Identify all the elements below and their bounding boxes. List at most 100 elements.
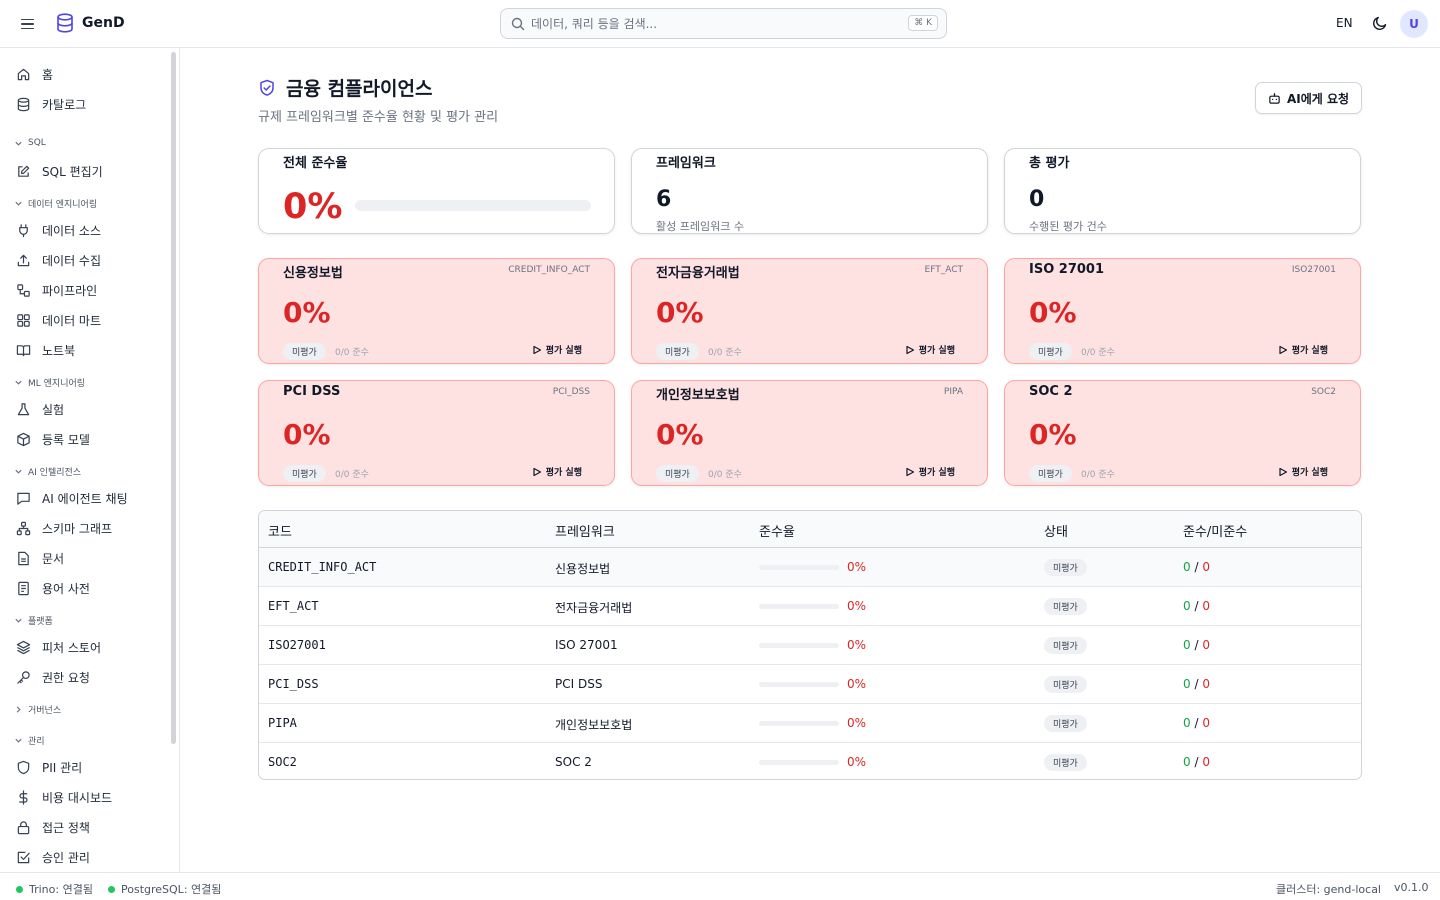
table-row[interactable]: PCI_DSS PCI DSS 0% 미평가 0 / 0 xyxy=(259,665,1361,704)
column-header-framework[interactable]: 프레임워크 xyxy=(555,521,615,540)
row-code: PIPA xyxy=(268,716,297,730)
page-title: 금융 컴플라이언스 xyxy=(258,74,432,101)
column-header-code[interactable]: 코드 xyxy=(268,521,292,540)
column-header-ratio[interactable]: 준수/미준수 xyxy=(1183,521,1247,540)
sidebar-item-notebook[interactable]: 노트북 xyxy=(16,339,75,361)
play-icon xyxy=(533,467,541,476)
chevron-down-icon xyxy=(15,380,22,385)
status-badge: 미평가 xyxy=(283,465,326,482)
framework-code: ISO27001 xyxy=(1291,265,1336,275)
play-icon xyxy=(906,467,914,476)
stat-label: 전체 준수율 xyxy=(283,156,348,171)
sidebar-item-pipeline[interactable]: 파이프라인 xyxy=(16,279,97,301)
sidebar-item-approval[interactable]: 승인 관리 xyxy=(16,846,90,868)
sidebar-item-sql-editor[interactable]: SQL 편집기 xyxy=(16,160,103,182)
sidebar-item-schema-graph[interactable]: 스키마 그래프 xyxy=(16,517,112,539)
sidebar-section-data-engineering[interactable]: 데이터 엔지니어링 xyxy=(14,197,97,210)
sidebar-item-data-source[interactable]: 데이터 소스 xyxy=(16,219,101,241)
table-row[interactable]: SOC2 SOC 2 0% 미평가 0 / 0 xyxy=(259,743,1361,779)
user-avatar[interactable]: U xyxy=(1400,10,1428,38)
menu-toggle-button[interactable] xyxy=(18,14,38,34)
sidebar-section-platform[interactable]: 플랫폼 xyxy=(14,614,53,627)
compliance-count: 0/0 준수 xyxy=(335,470,369,480)
play-icon xyxy=(1279,345,1287,354)
row-ratio: 0 / 0 xyxy=(1183,599,1210,613)
framework-card-pci-dss[interactable]: PCI DSS PCI_DSS 0% 미평가 0/0 준수 평가 실행 xyxy=(258,380,615,486)
run-assessment-button[interactable]: 평가 실행 xyxy=(1278,343,1328,356)
status-badge: 미평가 xyxy=(656,343,699,360)
sidebar-item-experiment[interactable]: 실험 xyxy=(16,398,64,420)
framework-compliance-rate: 0% xyxy=(1029,418,1077,451)
stat-value: 6 xyxy=(656,187,672,212)
ask-ai-button[interactable]: AI에게 요청 xyxy=(1255,82,1362,114)
framework-compliance-rate: 0% xyxy=(656,418,704,451)
check-square-icon xyxy=(17,851,30,863)
sidebar-section-sql[interactable]: SQL xyxy=(14,138,46,148)
search-input[interactable] xyxy=(531,16,891,31)
sidebar-item-access-request[interactable]: 권한 요청 xyxy=(16,666,90,688)
column-header-rate[interactable]: 준수율 xyxy=(759,521,795,540)
row-ratio: 0 / 0 xyxy=(1183,677,1210,691)
compliance-count: 0/0 준수 xyxy=(1081,470,1115,480)
sidebar-item-documents[interactable]: 문서 xyxy=(16,547,64,569)
row-framework: ISO 27001 xyxy=(555,638,618,652)
sidebar-item-ai-agent-chat[interactable]: AI 에이전트 채팅 xyxy=(16,487,128,509)
run-assessment-button[interactable]: 평가 실행 xyxy=(905,465,955,478)
sidebar-item-catalog[interactable]: 카탈로그 xyxy=(16,93,86,115)
moon-icon xyxy=(1372,16,1387,31)
row-ratio: 0 / 0 xyxy=(1183,755,1210,769)
dollar-icon xyxy=(19,789,28,805)
stat-label: 프레임워크 xyxy=(656,156,716,171)
row-rate: 0% xyxy=(847,599,867,613)
sidebar-item-feature-store[interactable]: 피처 스토어 xyxy=(16,636,101,658)
global-search[interactable]: ⌘ K xyxy=(500,8,947,39)
app-logo[interactable]: GenD xyxy=(56,13,125,33)
plug-icon xyxy=(19,223,28,237)
run-assessment-button[interactable]: 평가 실행 xyxy=(1278,465,1328,478)
page-subtitle: 규제 프레임워크별 준수율 현황 및 평가 관리 xyxy=(258,110,499,125)
framework-card-soc2[interactable]: SOC 2 SOC2 0% 미평가 0/0 준수 평가 실행 xyxy=(1004,380,1361,486)
sidebar-section-admin[interactable]: 관리 xyxy=(14,734,45,747)
sidebar-scrollbar[interactable] xyxy=(171,52,176,744)
row-progress-bar xyxy=(759,760,839,765)
chevron-down-icon xyxy=(15,618,22,623)
sidebar-section-ml-engineering[interactable]: ML 엔지니어링 xyxy=(14,376,85,389)
framework-card-credit-info-act[interactable]: 신용정보법 CREDIT_INFO_ACT 0% 미평가 0/0 준수 평가 실… xyxy=(258,258,615,364)
framework-card-pipa[interactable]: 개인정보보호법 PIPA 0% 미평가 0/0 준수 평가 실행 xyxy=(631,380,988,486)
main-content: 금융 컴플라이언스 규제 프레임워크별 준수율 현황 및 평가 관리 AI에게 … xyxy=(180,48,1440,872)
lock-icon xyxy=(17,820,30,834)
sidebar-item-cost-dashboard[interactable]: 비용 대시보드 xyxy=(16,786,112,808)
run-assessment-button[interactable]: 평가 실행 xyxy=(532,343,582,356)
table-row[interactable]: CREDIT_INFO_ACT 신용정보법 0% 미평가 0 / 0 xyxy=(259,548,1361,587)
sidebar-section-governance[interactable]: 거버넌스 xyxy=(14,703,61,716)
framework-card-iso27001[interactable]: ISO 27001 ISO27001 0% 미평가 0/0 준수 평가 실행 xyxy=(1004,258,1361,364)
language-toggle[interactable]: EN xyxy=(1336,16,1353,30)
sidebar-item-data-mart[interactable]: 데이터 마트 xyxy=(16,309,101,331)
dictionary-icon xyxy=(18,581,29,595)
table-row[interactable]: ISO27001 ISO 27001 0% 미평가 0 / 0 xyxy=(259,626,1361,665)
table-row[interactable]: PIPA 개인정보보호법 0% 미평가 0 / 0 xyxy=(259,704,1361,743)
status-badge: 미평가 xyxy=(1044,598,1087,615)
framework-card-eft-act[interactable]: 전자금융거래법 EFT_ACT 0% 미평가 0/0 준수 평가 실행 xyxy=(631,258,988,364)
sidebar-item-glossary[interactable]: 용어 사전 xyxy=(16,577,90,599)
row-framework: 전자금융거래법 xyxy=(555,601,633,615)
sidebar-item-pii[interactable]: PII 관리 xyxy=(16,756,82,778)
sidebar-item-registered-model[interactable]: 등록 모델 xyxy=(16,428,90,450)
run-assessment-button[interactable]: 평가 실행 xyxy=(905,343,955,356)
sidebar-item-access-policy[interactable]: 접근 정책 xyxy=(16,816,90,838)
sidebar-item-home[interactable]: 홈 xyxy=(16,63,53,85)
table-row[interactable]: EFT_ACT 전자금융거래법 0% 미평가 0 / 0 xyxy=(259,587,1361,626)
compliance-count: 0/0 준수 xyxy=(1081,348,1115,358)
row-framework: 개인정보보호법 xyxy=(555,718,633,732)
theme-toggle-button[interactable] xyxy=(1372,15,1388,35)
play-icon xyxy=(906,345,914,354)
status-badge: 미평가 xyxy=(1044,637,1087,654)
run-assessment-button[interactable]: 평가 실행 xyxy=(532,465,582,478)
table-header: 코드 프레임워크 준수율 상태 준수/미준수 xyxy=(259,511,1361,548)
framework-code: CREDIT_INFO_ACT xyxy=(508,265,590,275)
chevron-down-icon xyxy=(15,469,22,474)
row-code: ISO27001 xyxy=(268,638,326,652)
column-header-status[interactable]: 상태 xyxy=(1044,521,1068,540)
sidebar-section-ai-intelligence[interactable]: AI 인텔리전스 xyxy=(14,465,81,478)
sidebar-item-data-ingest[interactable]: 데이터 수집 xyxy=(16,249,101,271)
